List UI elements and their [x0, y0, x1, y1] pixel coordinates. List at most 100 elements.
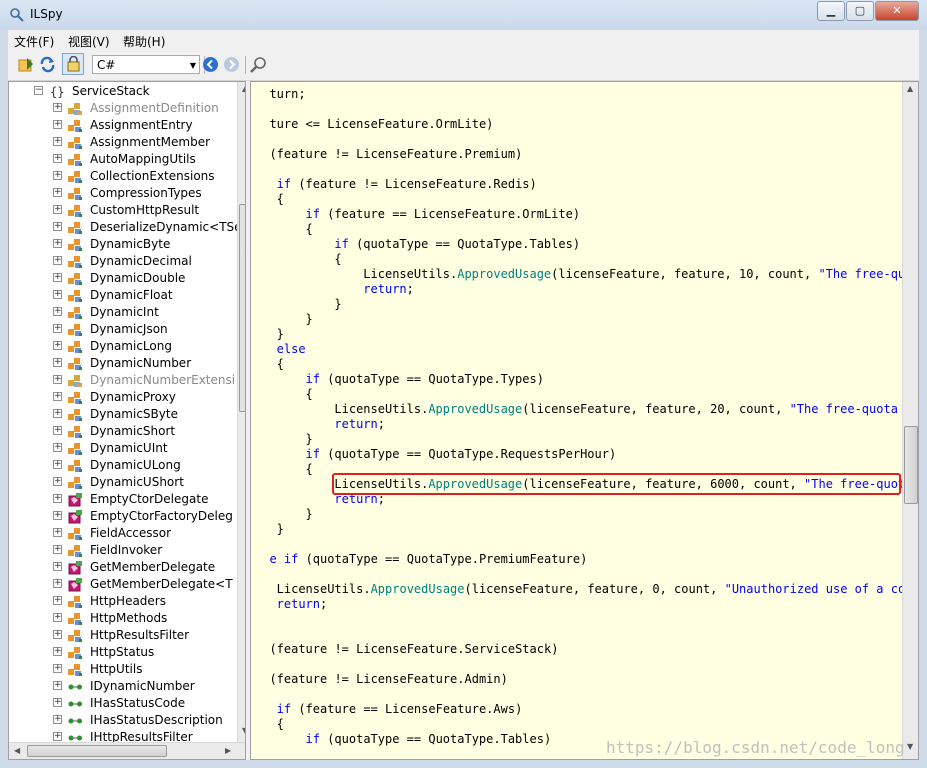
- back-icon[interactable]: [202, 56, 219, 73]
- open-icon[interactable]: [18, 56, 35, 73]
- tree-item[interactable]: + AssignmentDefinition: [9, 100, 237, 117]
- expand-icon[interactable]: +: [53, 290, 62, 299]
- tree-item[interactable]: + DynamicULong: [9, 457, 237, 474]
- scroll-thumb[interactable]: [904, 426, 918, 504]
- tree-namespace[interactable]: −{} ServiceStack: [9, 83, 237, 100]
- expand-icon[interactable]: +: [53, 613, 62, 622]
- expand-icon[interactable]: +: [53, 341, 62, 350]
- tree-item[interactable]: + DynamicJson: [9, 321, 237, 338]
- maximize-button[interactable]: ▢: [846, 1, 874, 21]
- expand-icon[interactable]: +: [53, 477, 62, 486]
- tree-vertical-scrollbar[interactable]: ▲ ▼: [237, 82, 245, 742]
- tree-item[interactable]: + AssignmentEntry: [9, 117, 237, 134]
- tree-item[interactable]: + HttpStatus: [9, 644, 237, 661]
- expand-icon[interactable]: +: [53, 596, 62, 605]
- scroll-down-icon[interactable]: ▼: [907, 742, 913, 751]
- tree-item[interactable]: + DynamicDouble: [9, 270, 237, 287]
- forward-icon[interactable]: [223, 56, 240, 73]
- tree-item[interactable]: + DeserializeDynamic<TSe: [9, 219, 242, 236]
- tree-item[interactable]: + DynamicDecimal: [9, 253, 237, 270]
- tree-item[interactable]: + IHasStatusDescription: [9, 712, 237, 729]
- expand-icon[interactable]: +: [53, 562, 62, 571]
- code-vertical-scrollbar[interactable]: ▲ ▼: [902, 82, 918, 759]
- expand-icon[interactable]: +: [53, 392, 62, 401]
- expand-icon[interactable]: +: [53, 494, 62, 503]
- tree-item[interactable]: + HttpHeaders: [9, 593, 237, 610]
- expand-icon[interactable]: +: [53, 681, 62, 690]
- expand-icon[interactable]: +: [53, 528, 62, 537]
- expand-icon[interactable]: +: [53, 647, 62, 656]
- scroll-left-icon[interactable]: ◀: [14, 746, 20, 755]
- menu-file[interactable]: 文件(F): [14, 33, 54, 50]
- tree-item[interactable]: + DynamicByte: [9, 236, 237, 253]
- expand-icon[interactable]: +: [53, 358, 62, 367]
- expand-icon[interactable]: +: [53, 443, 62, 452]
- collapse-icon[interactable]: −: [34, 86, 43, 95]
- expand-icon[interactable]: +: [53, 664, 62, 673]
- expand-icon[interactable]: +: [53, 426, 62, 435]
- expand-icon[interactable]: +: [53, 698, 62, 707]
- scroll-thumb[interactable]: [27, 745, 167, 757]
- expand-icon[interactable]: +: [53, 120, 62, 129]
- expand-icon[interactable]: +: [53, 188, 62, 197]
- expand-icon[interactable]: +: [53, 222, 62, 231]
- tree-item[interactable]: + HttpMethods: [9, 610, 237, 627]
- tree-item[interactable]: + CollectionExtensions: [9, 168, 237, 185]
- menu-help[interactable]: 帮助(H): [123, 33, 165, 50]
- tree-item[interactable]: + DynamicInt: [9, 304, 237, 321]
- tree-item[interactable]: + HttpUtils: [9, 661, 237, 678]
- tree-item[interactable]: + CompressionTypes: [9, 185, 237, 202]
- tree-item[interactable]: + DynamicSByte: [9, 406, 237, 423]
- minimize-button[interactable]: ▁: [817, 1, 845, 21]
- tree-item[interactable]: + IHasStatusCode: [9, 695, 237, 712]
- tree-item[interactable]: + EmptyCtorFactoryDeleg: [9, 508, 237, 525]
- expand-icon[interactable]: +: [53, 273, 62, 282]
- expand-icon[interactable]: +: [53, 256, 62, 265]
- tree-item[interactable]: + DynamicUShort: [9, 474, 237, 491]
- expand-icon[interactable]: +: [53, 154, 62, 163]
- expand-icon[interactable]: +: [53, 239, 62, 248]
- expand-icon[interactable]: +: [53, 103, 62, 112]
- menu-view[interactable]: 视图(V): [68, 33, 110, 50]
- expand-icon[interactable]: +: [53, 460, 62, 469]
- expand-icon[interactable]: +: [53, 630, 62, 639]
- expand-icon[interactable]: +: [53, 511, 62, 520]
- tree-item[interactable]: + DynamicLong: [9, 338, 237, 355]
- expand-icon[interactable]: +: [53, 732, 62, 741]
- tree-item[interactable]: + GetMemberDelegate: [9, 559, 237, 576]
- show-internal-icon[interactable]: [65, 56, 82, 73]
- tree-item[interactable]: + DynamicNumber: [9, 355, 237, 372]
- tree-item[interactable]: + DynamicShort: [9, 423, 237, 440]
- expand-icon[interactable]: +: [53, 205, 62, 214]
- search-icon[interactable]: [250, 56, 267, 73]
- tree-item[interactable]: + DynamicUInt: [9, 440, 237, 457]
- decompiled-code-view[interactable]: turn; ture <= LicenseFeature.OrmLite) (fea…: [250, 81, 919, 760]
- expand-icon[interactable]: +: [53, 307, 62, 316]
- tree-item[interactable]: + DynamicFloat: [9, 287, 237, 304]
- expand-icon[interactable]: +: [53, 171, 62, 180]
- tree-item[interactable]: + AutoMappingUtils: [9, 151, 237, 168]
- expand-icon[interactable]: +: [53, 324, 62, 333]
- tree-item[interactable]: + DynamicNumberExtensi: [9, 372, 237, 389]
- tree-item[interactable]: + IDynamicNumber: [9, 678, 237, 695]
- tree-item[interactable]: + AssignmentMember: [9, 134, 237, 151]
- expand-icon[interactable]: +: [53, 137, 62, 146]
- tree-item[interactable]: + HttpResultsFilter: [9, 627, 237, 644]
- tree-horizontal-scrollbar[interactable]: ◀ ▶: [9, 742, 245, 759]
- language-select[interactable]: C# ▼: [92, 55, 200, 74]
- tree-item[interactable]: + FieldAccessor: [9, 525, 237, 542]
- scroll-right-icon[interactable]: ▶: [225, 746, 231, 755]
- tree-item[interactable]: + DynamicProxy: [9, 389, 237, 406]
- scroll-up-icon[interactable]: ▲: [907, 84, 913, 93]
- expand-icon[interactable]: +: [53, 715, 62, 724]
- tree-item[interactable]: + GetMemberDelegate<T: [9, 576, 237, 593]
- expand-icon[interactable]: +: [53, 579, 62, 588]
- scroll-thumb[interactable]: [239, 204, 245, 412]
- tree-item[interactable]: + FieldInvoker: [9, 542, 237, 559]
- expand-icon[interactable]: +: [53, 375, 62, 384]
- reload-icon[interactable]: [39, 56, 56, 73]
- expand-icon[interactable]: +: [53, 545, 62, 554]
- tree-item[interactable]: + CustomHttpResult: [9, 202, 237, 219]
- tree-item[interactable]: + EmptyCtorDelegate: [9, 491, 237, 508]
- expand-icon[interactable]: +: [53, 409, 62, 418]
